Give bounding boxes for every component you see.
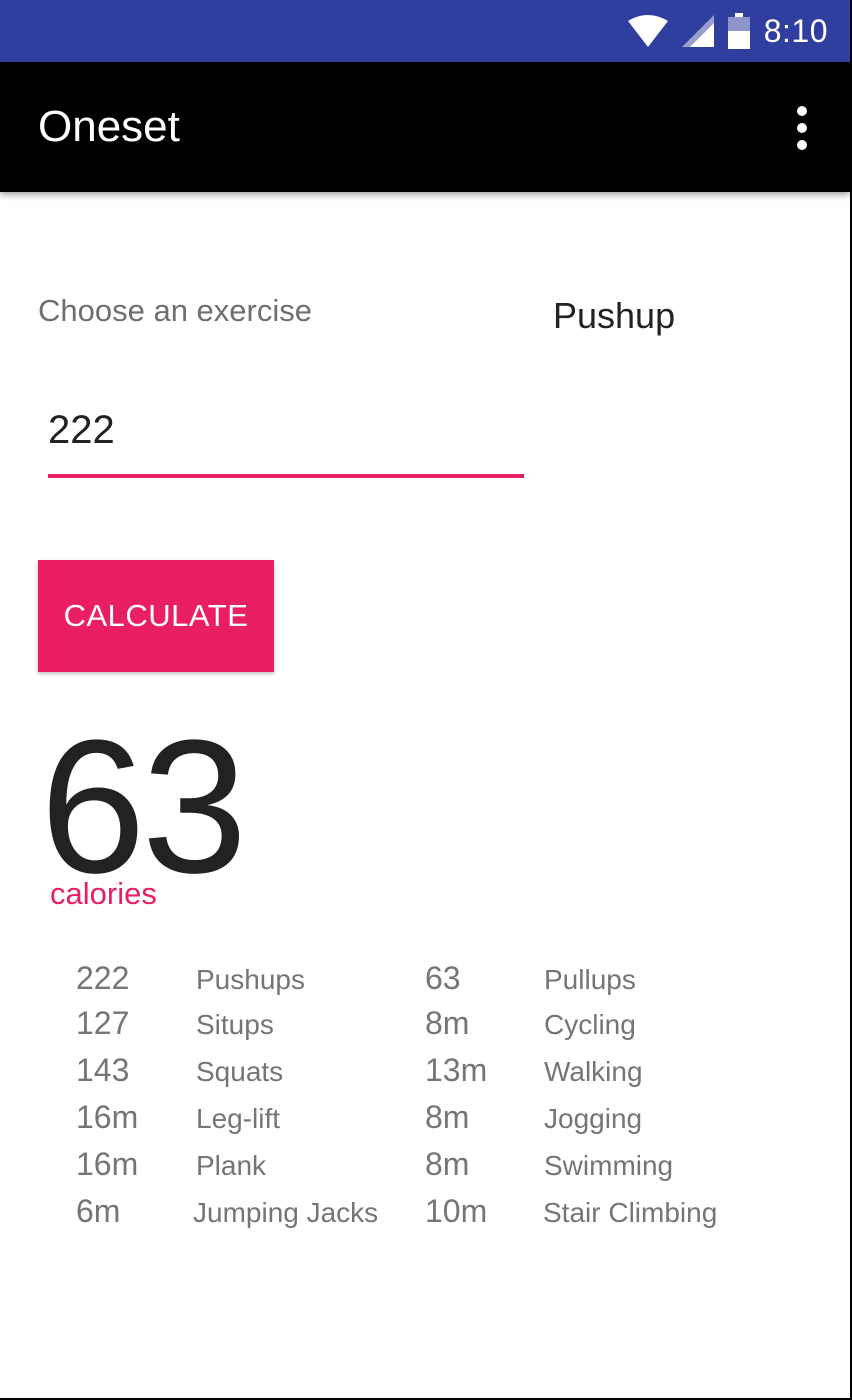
stat-value: 16m [76,1146,139,1182]
choose-exercise-label: Choose an exercise [38,293,312,328]
app-bar: Oneset [0,62,850,192]
cell-signal-icon [681,15,714,47]
wifi-icon [627,15,668,47]
stat-value: 16m [76,1099,139,1135]
stat-label: Pullups [544,964,636,995]
stat-label: Jogging [544,1103,643,1134]
menu-dot [797,106,807,116]
stat-label: Swimming [544,1150,674,1181]
status-time: 8:10 [763,12,828,49]
menu-dot [797,123,807,133]
stat-label: Plank [196,1150,267,1181]
app-title: Oneset [38,102,180,151]
stat-label: Situps [196,1009,274,1040]
stat-label: Squats [196,1056,284,1087]
stat-label: Pushups [196,964,305,995]
menu-dot [797,140,807,150]
stat-value: 222 [76,960,130,996]
exercise-spinner[interactable]: Pushup [553,295,675,337]
stat-label: Cycling [544,1009,636,1040]
stat-value: 8m [425,1099,470,1135]
overflow-menu-icon[interactable] [790,106,814,150]
stat-value: 127 [76,1005,130,1041]
stat-value: 6m [76,1193,121,1229]
stat-label: Stair Climbing [543,1197,718,1228]
stat-label: Jumping Jacks [193,1197,379,1228]
stat-label: Walking [544,1056,643,1087]
stat-value: 143 [76,1052,130,1088]
stat-value: 8m [425,1005,470,1041]
status-bar: 8:10 [0,0,850,62]
calories-label: calories [50,876,157,911]
stat-value: 10m [425,1193,488,1229]
stat-value: 63 [425,960,461,996]
stat-value: 8m [425,1146,470,1182]
status-icons: 8:10 [627,0,828,62]
app-screen: 8:10 Oneset Choose an exercise Pushup CA… [0,0,852,1400]
calculate-button[interactable]: CALCULATE [38,560,274,672]
battery-icon [727,13,750,49]
stat-label: Leg-lift [196,1103,281,1134]
calories-result: 63 [40,701,247,913]
reps-input[interactable] [48,398,524,478]
stat-value: 13m [425,1052,488,1088]
